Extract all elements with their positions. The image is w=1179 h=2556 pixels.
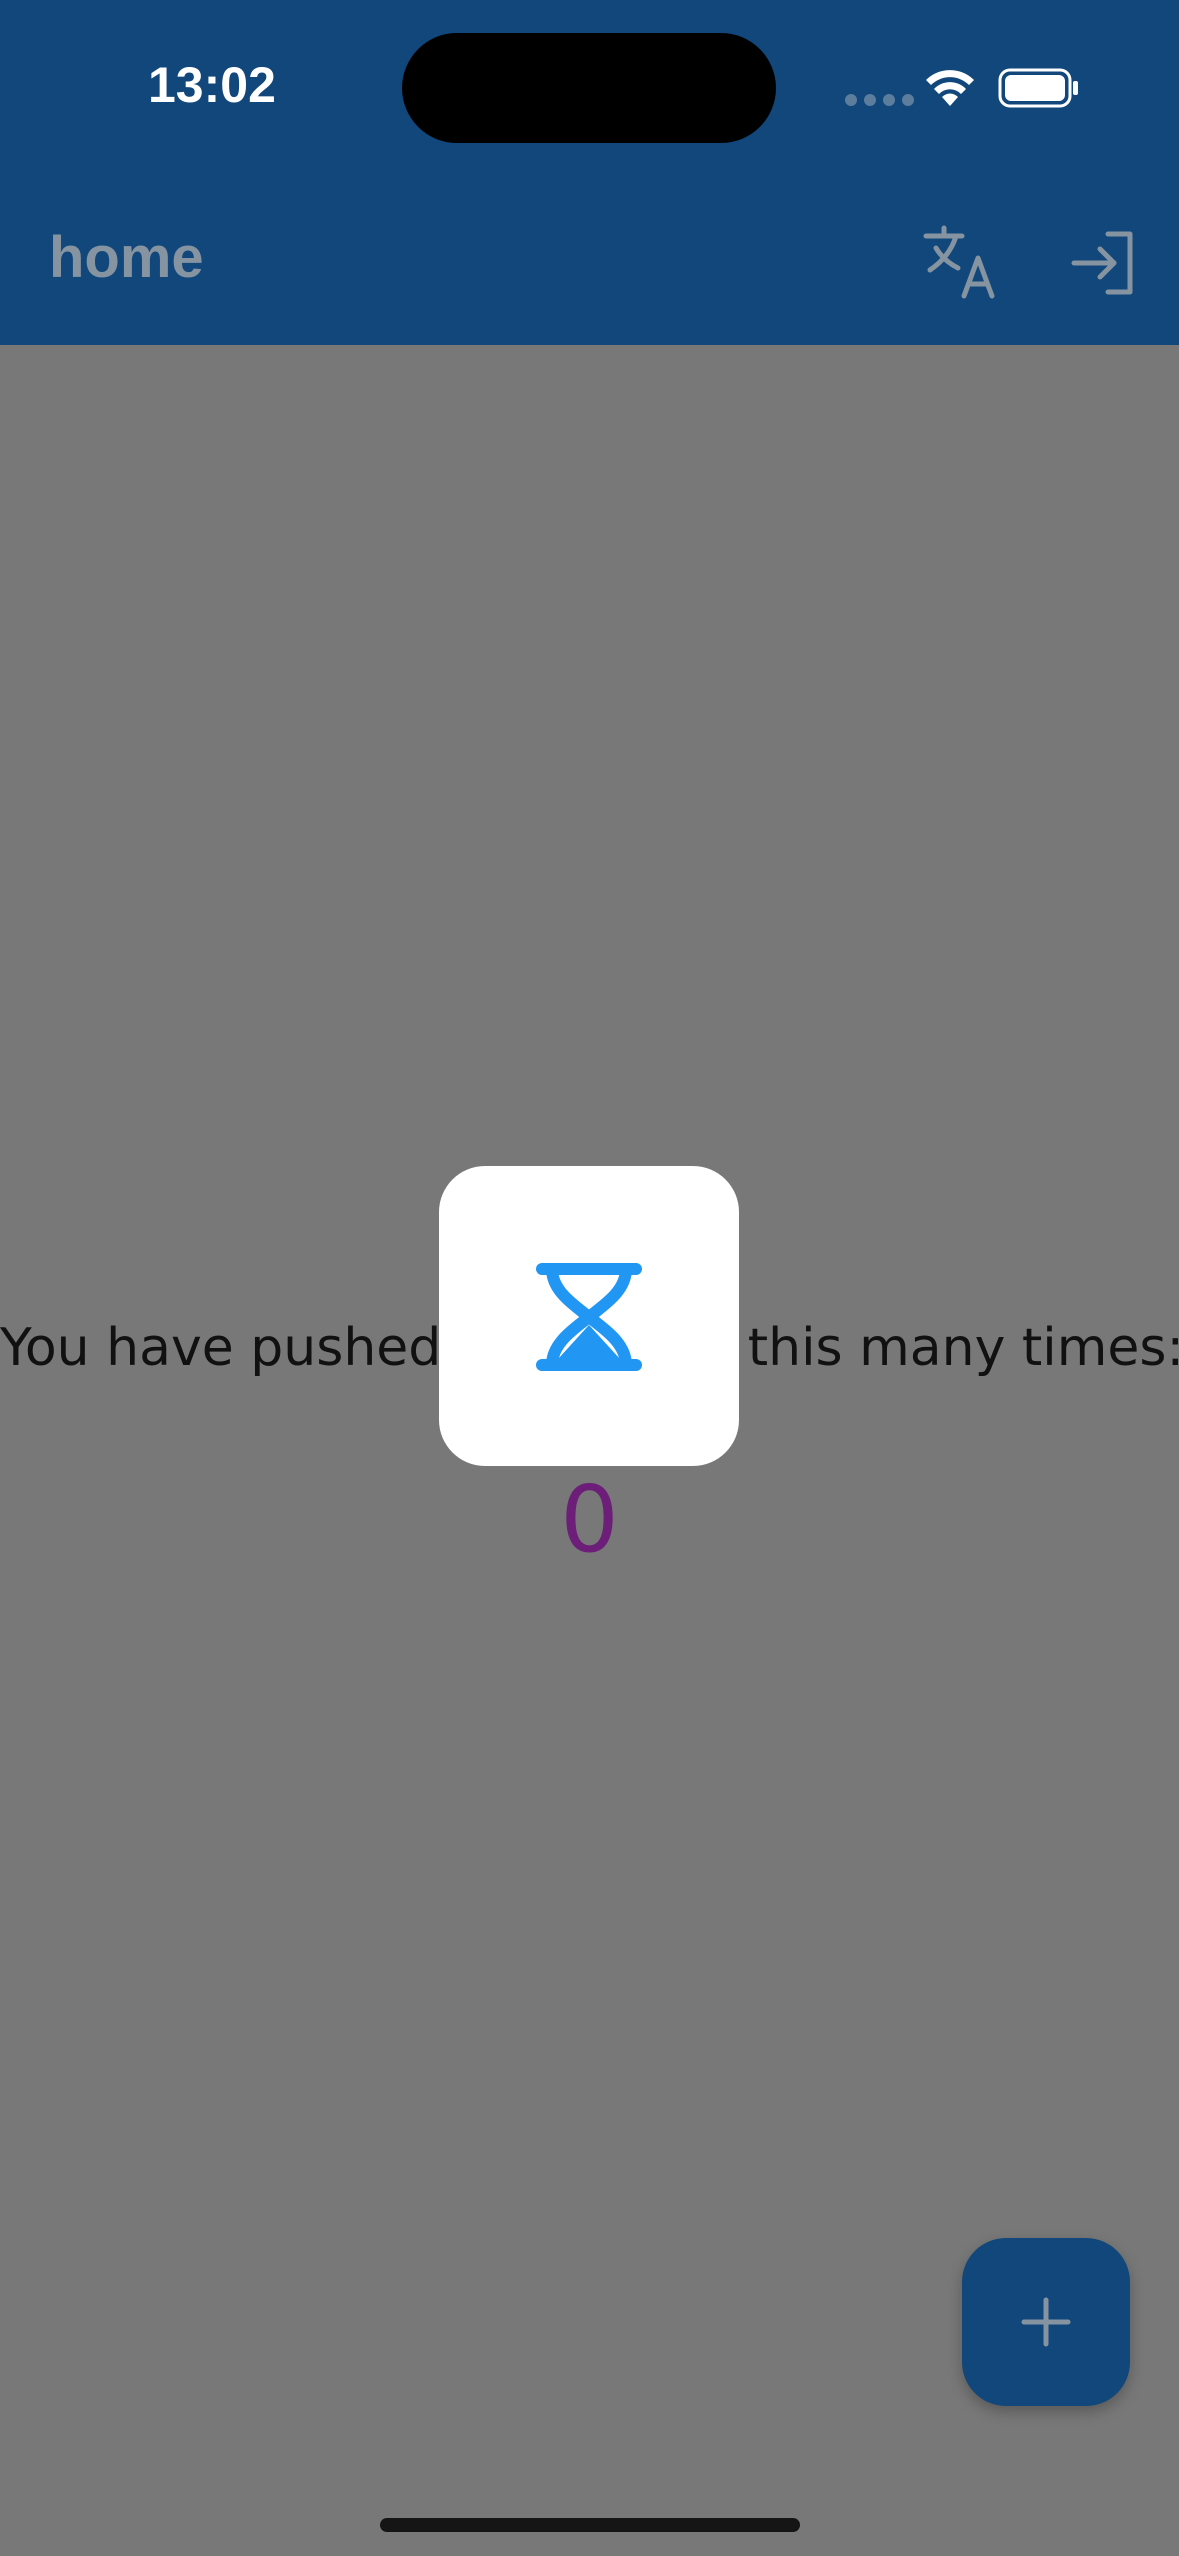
translate-icon bbox=[923, 225, 995, 299]
app-header: 13:02 home bbox=[0, 0, 1179, 345]
loading-dialog bbox=[439, 1166, 739, 1466]
add-button[interactable] bbox=[962, 2238, 1130, 2406]
translate-button[interactable] bbox=[922, 222, 1002, 302]
login-button[interactable] bbox=[1070, 228, 1140, 298]
plus-icon bbox=[1021, 2297, 1071, 2347]
wifi-icon bbox=[926, 70, 974, 106]
page-title: home bbox=[49, 225, 204, 290]
cellular-signal-icon bbox=[845, 94, 914, 106]
status-bar-time: 13:02 bbox=[148, 57, 276, 113]
dynamic-island bbox=[402, 33, 776, 143]
home-indicator[interactable] bbox=[380, 2518, 800, 2532]
battery-icon bbox=[998, 68, 1078, 108]
login-icon bbox=[1071, 231, 1133, 295]
hourglass-icon bbox=[536, 1263, 642, 1371]
counter-value: 0 bbox=[560, 1466, 619, 1573]
